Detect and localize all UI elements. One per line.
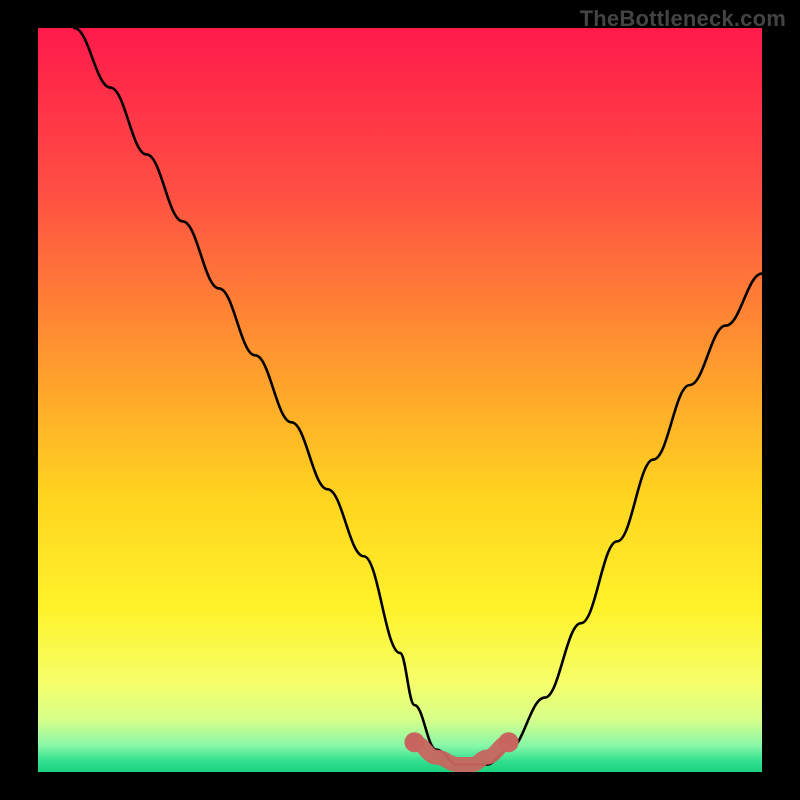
watermark-text: TheBottleneck.com [580, 6, 786, 32]
chart-background-gradient [38, 28, 762, 772]
chart-plot-area [38, 28, 762, 772]
